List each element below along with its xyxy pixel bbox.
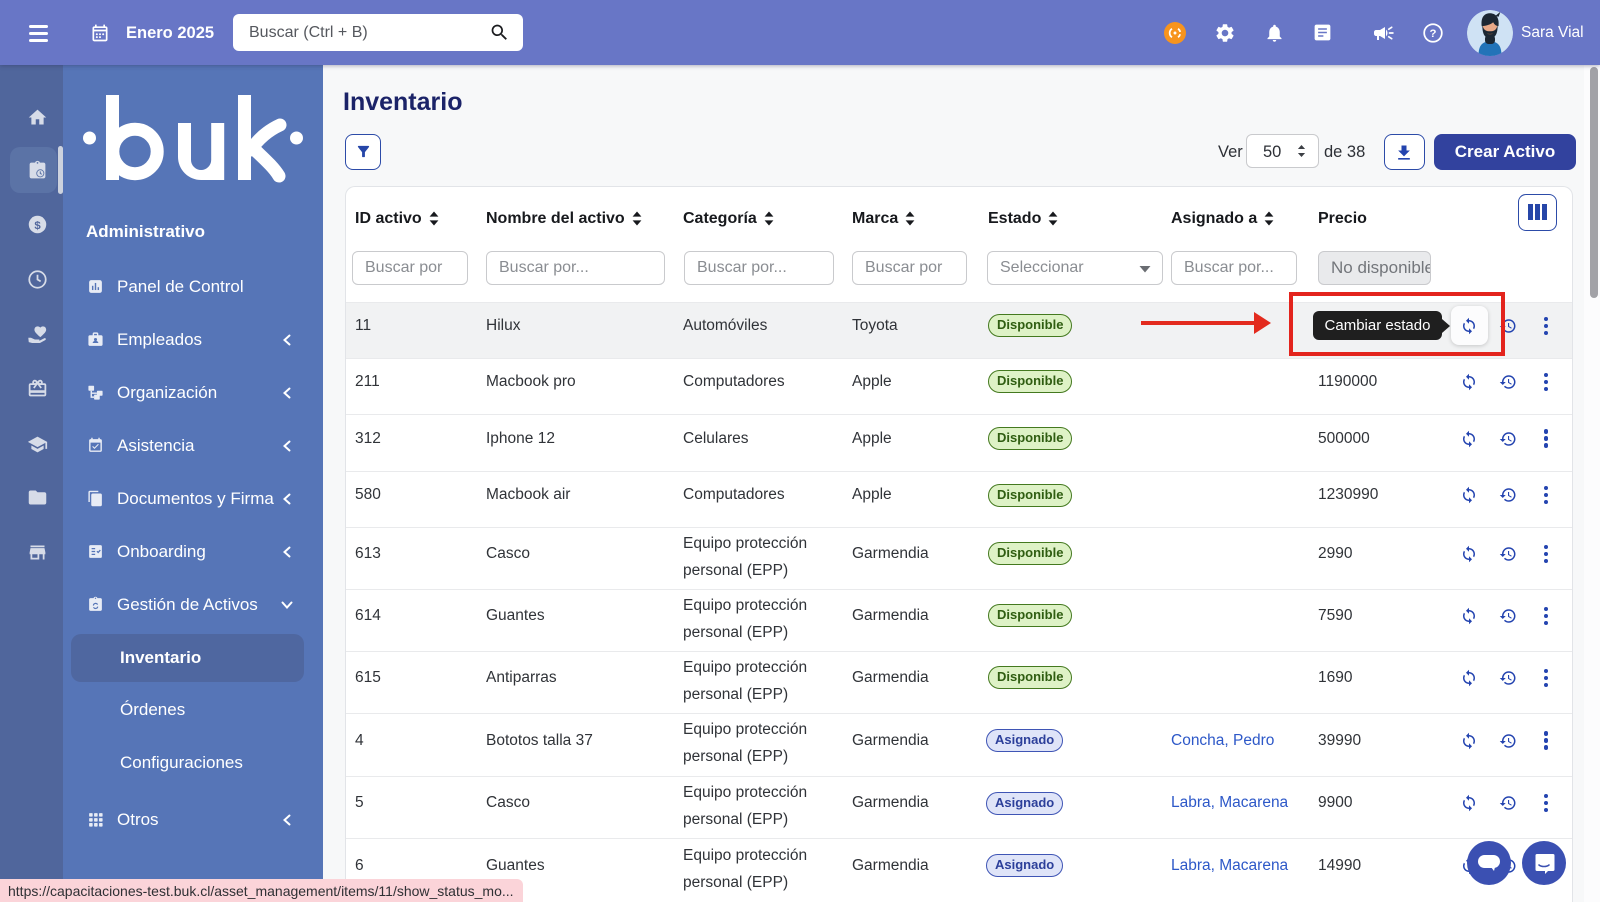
svg-text:$: $ [34, 220, 41, 232]
svg-text:?: ? [1430, 28, 1437, 40]
